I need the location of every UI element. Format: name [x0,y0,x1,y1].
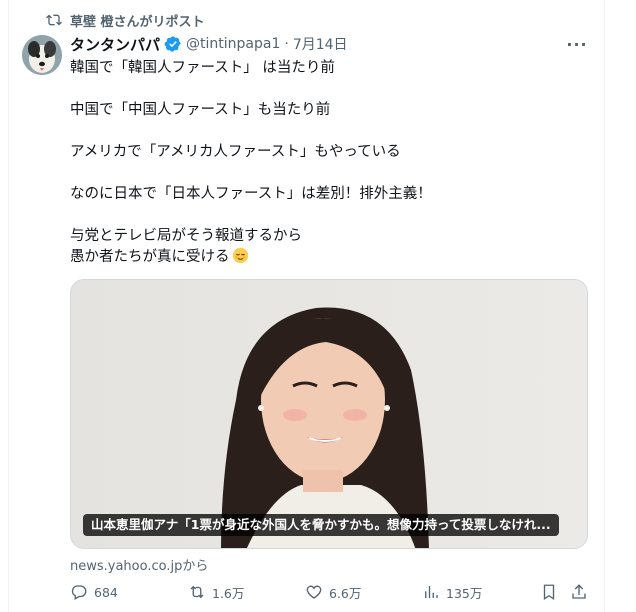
timeline-border-right [604,0,605,612]
author-handle[interactable]: @tintinpapa1 [186,36,280,52]
tweet-date[interactable]: 7月14日 [293,34,348,54]
tweet-text: 韓国で「韓国人ファースト」 は当たり前 中国で「中国人ファースト」も当たり前 ア… [70,58,590,268]
header-separator: · [284,36,289,52]
tweet-line: 中国で「中国人ファースト」も当たり前 [70,102,331,118]
heart-icon [306,585,322,599]
reply-count: 684 [94,584,118,600]
card-source-link[interactable]: news.yahoo.co.jpから [70,555,208,574]
repost-indicator[interactable]: 草壁 橙さんがリポスト [46,10,205,30]
avatar[interactable] [22,35,62,75]
share-button[interactable] [570,578,588,606]
bookmark-button[interactable] [540,578,558,606]
more-options-button[interactable]: ··· [566,34,588,54]
bookmark-icon [543,584,555,601]
tweet-last-line: 愚か者たちが真に受ける [70,247,590,268]
relieved-face-emoji-icon [232,247,248,264]
link-card[interactable]: 山本恵里伽アナ「1票が身近な外国人を脅かすかも。想像力持って投票しなけれ... [70,279,588,549]
tweet-line: 韓国で「韓国人ファースト」 は当たり前 [70,60,335,76]
views-chart-icon [425,586,438,598]
reply-icon [71,585,87,600]
tweet-line: なのに日本で「日本人ファースト」は差別！排外主義！ [70,186,432,202]
like-count: 6.6万 [329,585,362,601]
repost-label: 草壁 橙さんがリポスト [70,14,205,30]
retweet-icon [190,585,204,599]
reply-button[interactable]: 684 [70,578,118,606]
views-button[interactable]: 135万 [422,578,482,606]
dog-avatar-image [22,35,62,75]
views-count: 135万 [446,585,483,601]
card-caption: 山本恵里伽アナ「1票が身近な外国人を脅かすかも。想像力持って投票しなけれ... [83,514,559,536]
tweet-line: アメリカで「アメリカ人ファースト」もやっている [70,144,401,160]
share-icon [572,584,586,599]
tweet-header: タンタンパパ @tintinpapa1 · 7月14日 [70,33,596,55]
news-photo-image [71,280,587,548]
tweet-actions-bar: 684 1.6万 6.6万 135万 [70,578,590,606]
repost-icon [46,14,62,26]
repost-button[interactable]: 1.6万 [188,578,244,606]
repost-count: 1.6万 [212,585,245,601]
tweet-line: 与党とテレビ局がそう報道するから [70,228,302,244]
more-dots-icon: ··· [566,34,588,54]
tweet-line: 愚か者たちが真に受ける [70,249,230,265]
timeline-border-left [8,0,9,612]
verified-badge-icon[interactable] [164,35,182,53]
like-button[interactable]: 6.6万 [305,578,361,606]
author-display-name[interactable]: タンタンパパ [70,34,160,55]
